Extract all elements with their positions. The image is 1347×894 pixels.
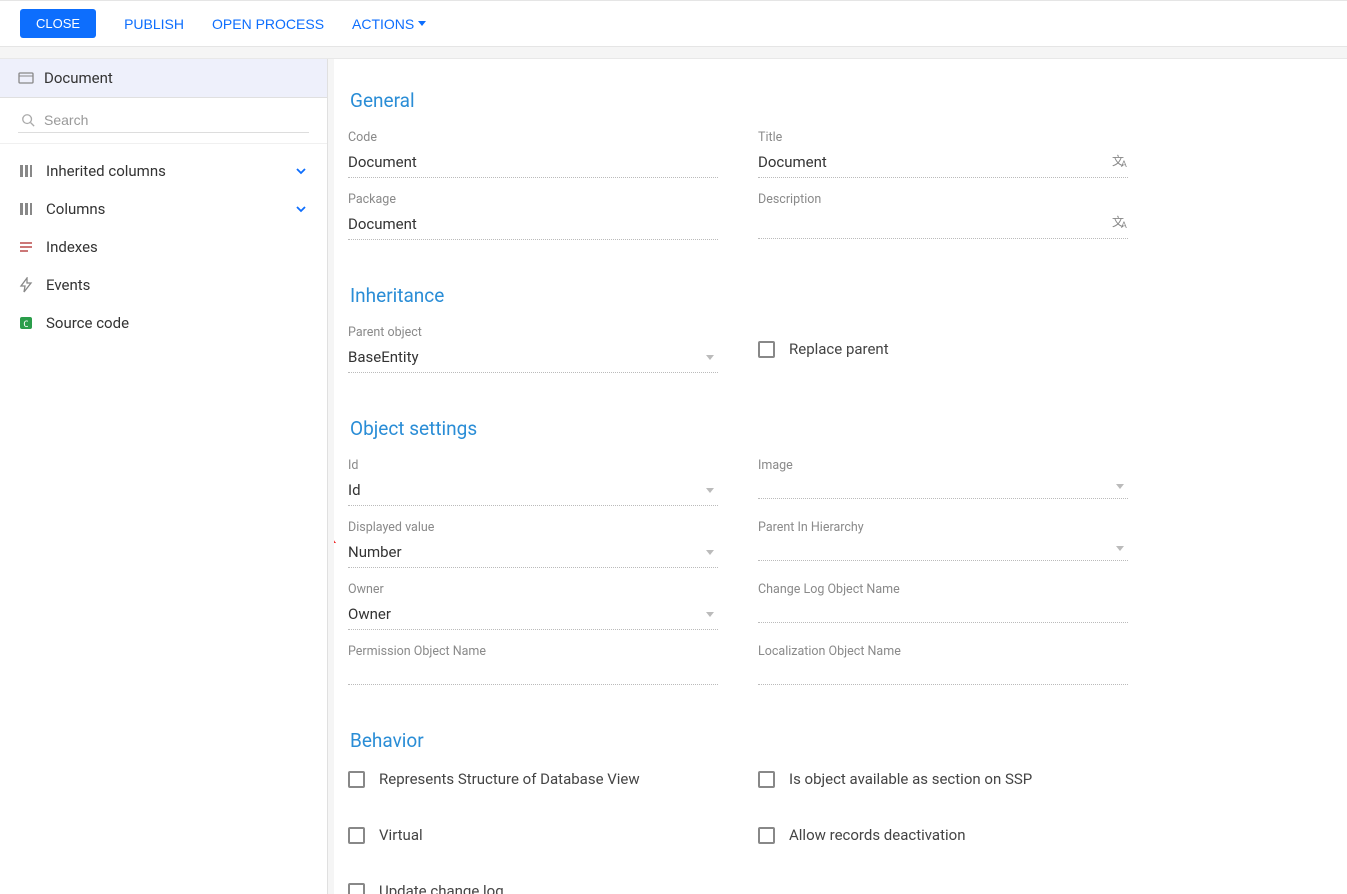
field-id[interactable]: Id — [348, 477, 718, 506]
field-label-title: Title — [758, 130, 1128, 145]
checkbox-ssp[interactable] — [758, 771, 775, 788]
field-code[interactable]: Document — [348, 149, 718, 178]
field-label-permission: Permission Object Name — [348, 644, 718, 659]
field-label-owner: Owner — [348, 582, 718, 597]
checkbox-label-represents: Represents Structure of Database View — [379, 770, 640, 788]
checkbox-label-virtual: Virtual — [379, 826, 423, 844]
field-label-id: Id — [348, 458, 718, 473]
top-toolbar: CLOSE PUBLISH OPEN PROCESS ACTIONS — [0, 0, 1347, 47]
translate-icon[interactable]: 文A — [1112, 154, 1128, 171]
field-label-package: Package — [348, 192, 718, 207]
code-icon: C — [18, 315, 34, 331]
actions-label: ACTIONS — [352, 16, 414, 32]
translate-icon[interactable]: 文A — [1112, 215, 1128, 232]
checkbox-replace-parent[interactable] — [758, 341, 775, 358]
checkbox-label-deactivation: Allow records deactivation — [789, 826, 965, 844]
toolbar-divider — [0, 47, 1347, 59]
checkbox-deactivation[interactable] — [758, 827, 775, 844]
sidebar: Document Inherited columns — [0, 59, 328, 894]
close-button[interactable]: CLOSE — [20, 9, 96, 38]
section-behavior: Behavior Represents Structure of Databas… — [348, 729, 1333, 894]
actions-dropdown[interactable]: ACTIONS — [352, 16, 426, 32]
field-label-code: Code — [348, 130, 718, 145]
search-wrap — [0, 98, 327, 144]
field-description[interactable]: 文A — [758, 211, 1128, 239]
checkbox-label-update-changelog: Update change log — [379, 882, 504, 894]
field-label-displayed: Displayed value — [348, 520, 718, 535]
sidebar-item-label: Inherited columns — [46, 162, 166, 180]
chevron-down-icon — [293, 163, 309, 179]
svg-text:A: A — [1121, 221, 1127, 229]
columns-icon — [18, 201, 34, 217]
field-parent-hierarchy[interactable] — [758, 539, 1128, 561]
checkbox-update-changelog[interactable] — [348, 883, 365, 894]
checkbox-virtual[interactable] — [348, 827, 365, 844]
field-localization-name[interactable] — [758, 663, 1128, 685]
lightning-icon — [18, 277, 34, 293]
checkbox-label-replace-parent: Replace parent — [789, 340, 889, 358]
section-title-general: General — [350, 89, 1333, 112]
section-title-inheritance: Inheritance — [350, 284, 1333, 307]
field-title[interactable]: Document 文A — [758, 149, 1128, 178]
sidebar-header[interactable]: Document — [0, 59, 327, 98]
section-title-behavior: Behavior — [350, 729, 1333, 752]
section-general: General Code Document Title Document 文A — [348, 89, 1333, 240]
field-label-localization: Localization Object Name — [758, 644, 1128, 659]
section-object-settings: Object settings Id Id Image Displayed va… — [348, 417, 1333, 685]
field-label-parenthier: Parent In Hierarchy — [758, 520, 1128, 535]
sidebar-item-label: Events — [46, 276, 90, 294]
publish-button[interactable]: PUBLISH — [124, 16, 184, 32]
sidebar-item-label: Source code — [46, 314, 129, 332]
index-icon — [18, 239, 34, 255]
svg-text:C: C — [23, 320, 28, 330]
columns-icon — [18, 163, 34, 179]
sidebar-item-label: Columns — [46, 200, 105, 218]
sidebar-header-label: Document — [44, 69, 113, 87]
sidebar-item-events[interactable]: Events — [0, 266, 327, 304]
field-label-changelog: Change Log Object Name — [758, 582, 1128, 597]
chevron-down-icon — [293, 201, 309, 217]
main-panel: General Code Document Title Document 文A — [328, 59, 1347, 894]
search-input[interactable] — [44, 112, 307, 128]
field-permission-name[interactable] — [348, 663, 718, 685]
field-parent-object[interactable]: BaseEntity — [348, 344, 718, 373]
section-inheritance: Inheritance Parent object BaseEntity Rep… — [348, 284, 1333, 373]
sidebar-item-source-code[interactable]: C Source code — [0, 304, 327, 342]
field-owner[interactable]: Owner — [348, 601, 718, 630]
checkbox-represents-view[interactable] — [348, 771, 365, 788]
sidebar-item-inherited-columns[interactable]: Inherited columns — [0, 152, 327, 190]
field-changelog-name[interactable] — [758, 601, 1128, 623]
field-image[interactable] — [758, 477, 1128, 499]
field-displayed-value[interactable]: Number — [348, 539, 718, 568]
section-title-settings: Object settings — [350, 417, 1333, 440]
svg-text:A: A — [1121, 160, 1127, 168]
field-label-description: Description — [758, 192, 1128, 207]
sidebar-item-label: Indexes — [46, 238, 98, 256]
open-process-button[interactable]: OPEN PROCESS — [212, 16, 324, 32]
field-package[interactable]: Document — [348, 211, 718, 240]
search-icon — [20, 112, 36, 128]
field-label-parent: Parent object — [348, 325, 718, 340]
sidebar-item-columns[interactable]: Columns — [0, 190, 327, 228]
sidebar-item-indexes[interactable]: Indexes — [0, 228, 327, 266]
chevron-down-icon — [418, 21, 426, 26]
checkbox-label-ssp: Is object available as section on SSP — [789, 770, 1032, 788]
field-label-image: Image — [758, 458, 1128, 473]
object-icon — [18, 70, 34, 86]
